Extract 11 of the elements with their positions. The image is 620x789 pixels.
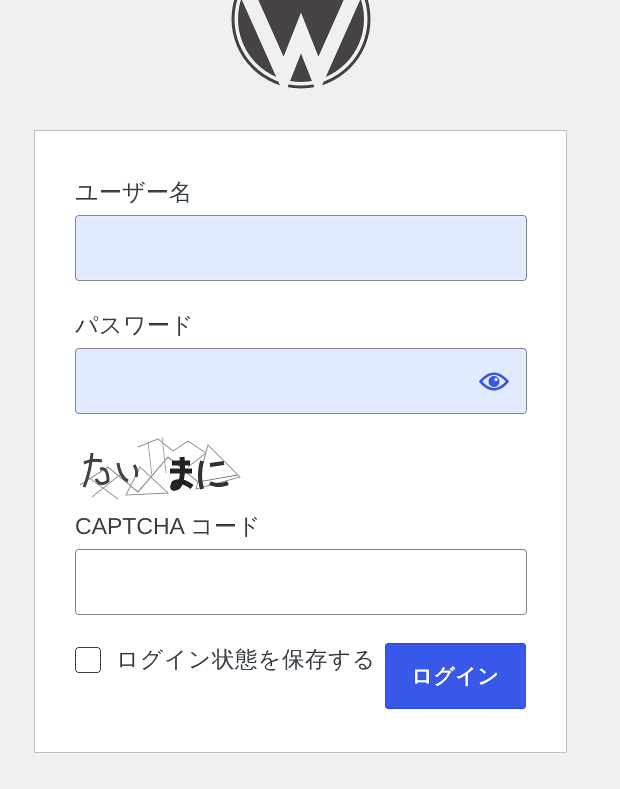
field-label: パスワード [75,311,194,339]
logo-link[interactable] [230,0,370,89]
password-field[interactable] [75,348,527,414]
username-field[interactable] [75,215,527,281]
field-label: ユーザー名 [75,178,192,206]
captcha-field[interactable] [75,549,527,615]
login-button[interactable]: ログイン [385,643,526,709]
remember-label: ログイン状態を保存する [116,646,376,674]
field-label: CAPTCHA コード [75,512,262,540]
eye-icon [479,372,509,390]
remember-checkbox[interactable] [75,647,101,673]
